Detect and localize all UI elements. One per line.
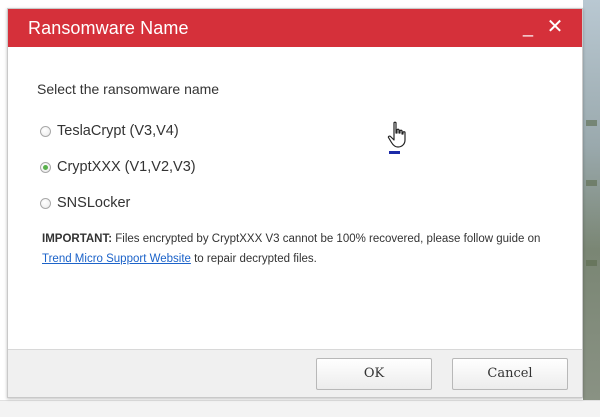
background-detail: [586, 260, 597, 266]
cursor-underline: [389, 151, 400, 154]
select-prompt: Select the ransomware name: [37, 81, 220, 97]
dialog-footer: OK Cancel: [8, 349, 582, 397]
option-label: TeslaCrypt (V3,V4): [57, 123, 179, 139]
radio-snslocker[interactable]: [40, 197, 51, 209]
notice-text: Files encrypted by CryptXXX V3 cannot be…: [112, 233, 541, 245]
trend-micro-support-link[interactable]: Trend Micro Support Website: [42, 253, 191, 265]
close-icon[interactable]: ✕: [543, 14, 567, 40]
cancel-button[interactable]: Cancel: [452, 358, 568, 390]
background-desktop: [583, 0, 600, 416]
minimize-button[interactable]: _: [516, 14, 540, 40]
ok-button[interactable]: OK: [316, 358, 432, 390]
dialog-titlebar[interactable]: Ransomware Name _ ✕: [8, 9, 582, 47]
dialog-content: Select the ransomware name TeslaCrypt (V…: [8, 47, 582, 349]
option-label: SNSLocker: [57, 195, 131, 211]
radio-teslacrypt[interactable]: [40, 125, 51, 137]
important-notice: IMPORTANT: Files encrypted by CryptXXX V…: [42, 229, 567, 269]
option-teslacrypt[interactable]: TeslaCrypt (V3,V4): [40, 123, 179, 139]
hand-cursor-icon: [387, 121, 406, 148]
background-detail: [586, 180, 597, 186]
important-label: IMPORTANT:: [42, 233, 113, 245]
option-cryptxxx[interactable]: CryptXXX (V1,V2,V3): [40, 159, 196, 175]
background-strip: [0, 400, 600, 417]
radio-cryptxxx[interactable]: [40, 161, 51, 173]
option-label: CryptXXX (V1,V2,V3): [57, 159, 196, 175]
background-detail: [586, 120, 597, 126]
ransomware-name-dialog: Ransomware Name _ ✕ Select the ransomwar…: [7, 8, 583, 398]
dialog-title: Ransomware Name: [28, 18, 189, 38]
option-snslocker[interactable]: SNSLocker: [40, 195, 130, 211]
notice-text-end: to repair decrypted files.: [190, 253, 317, 265]
